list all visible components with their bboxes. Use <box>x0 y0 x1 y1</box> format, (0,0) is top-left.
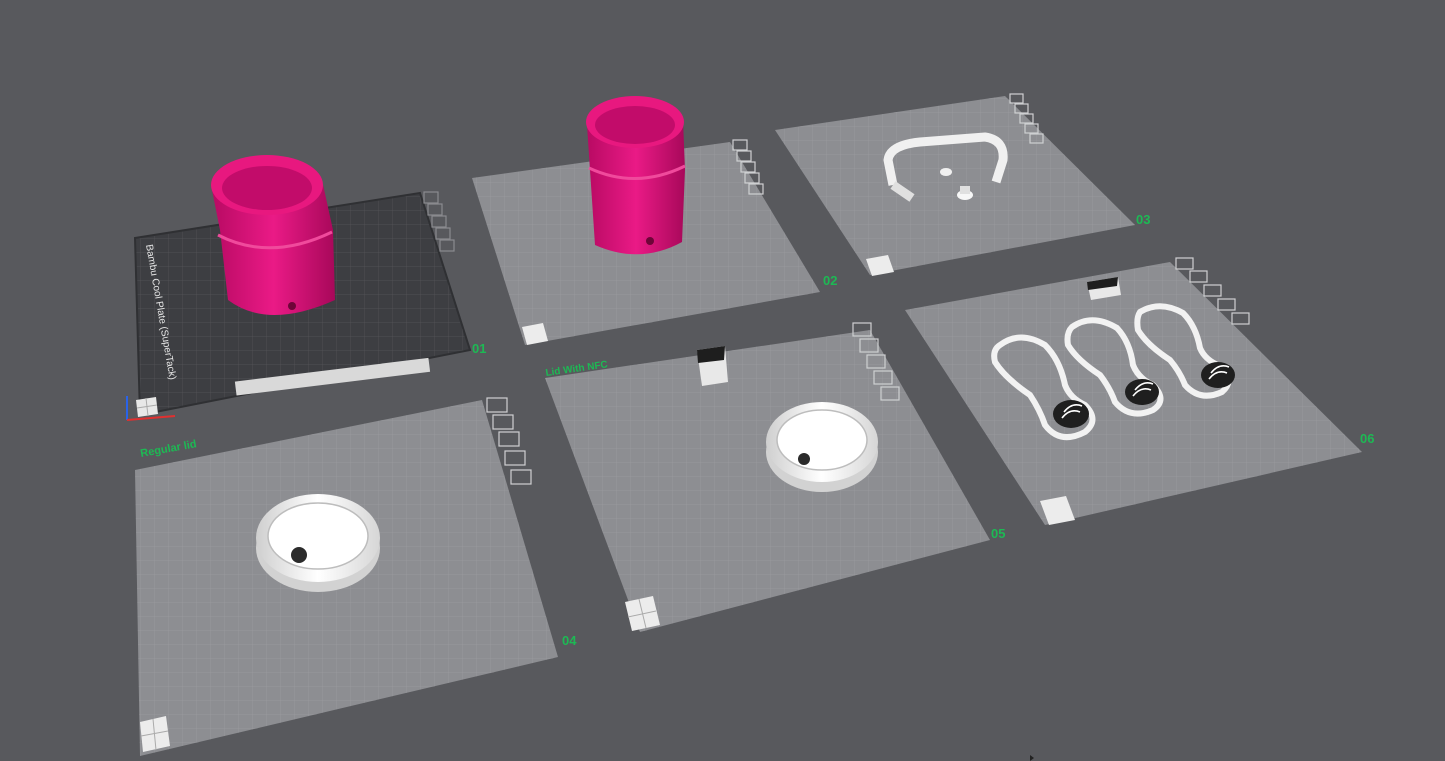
close-icon[interactable] <box>732 139 748 151</box>
wipe-tower <box>697 346 728 386</box>
model-magenta-cup[interactable] <box>586 96 686 255</box>
model-magenta-cup[interactable] <box>211 155 335 315</box>
plate-01[interactable]: Bambu Cool Plate (SuperTack) 01 <box>126 155 486 421</box>
close-icon[interactable] <box>1009 93 1024 104</box>
plate-04[interactable]: Regular lid 04 <box>135 397 577 756</box>
settings-icon[interactable] <box>439 239 455 252</box>
arrange-icon[interactable] <box>1189 270 1208 283</box>
plate-05[interactable]: Lid With NFC 05 <box>545 322 1006 632</box>
plate-06[interactable]: 06 <box>905 257 1374 525</box>
viewport-3d[interactable]: Bambu Cool Plate (SuperTack) 01 02 03 Re… <box>0 0 1445 761</box>
orient-icon[interactable] <box>498 431 520 447</box>
orient-icon[interactable] <box>1203 284 1222 297</box>
plate-03[interactable]: 03 <box>775 93 1150 276</box>
plate-number: 02 <box>823 273 837 288</box>
plate-name-label: Regular lid <box>139 438 197 460</box>
lock-icon[interactable] <box>435 227 451 240</box>
close-icon[interactable] <box>1175 257 1194 270</box>
model-nfc-lid[interactable] <box>766 402 878 492</box>
settings-icon[interactable] <box>510 469 532 485</box>
close-icon[interactable] <box>486 397 508 413</box>
plate-corner-icon <box>136 397 158 417</box>
settings-icon[interactable] <box>1231 312 1250 325</box>
mouse-cursor-icon <box>1030 755 1034 761</box>
orient-icon[interactable] <box>431 215 447 228</box>
plate-corner-icon <box>140 716 170 752</box>
arrange-icon[interactable] <box>427 203 443 216</box>
plate-number: 03 <box>1136 212 1150 227</box>
plate-number: 05 <box>991 526 1005 541</box>
lock-icon[interactable] <box>504 450 526 466</box>
arrange-icon[interactable] <box>492 414 514 430</box>
plate-number: 01 <box>472 341 486 356</box>
plate-number: 06 <box>1360 431 1374 446</box>
lock-icon[interactable] <box>1217 298 1236 311</box>
close-icon[interactable] <box>423 191 439 204</box>
plate-number: 04 <box>562 633 577 648</box>
model-regular-lid[interactable] <box>256 494 380 592</box>
